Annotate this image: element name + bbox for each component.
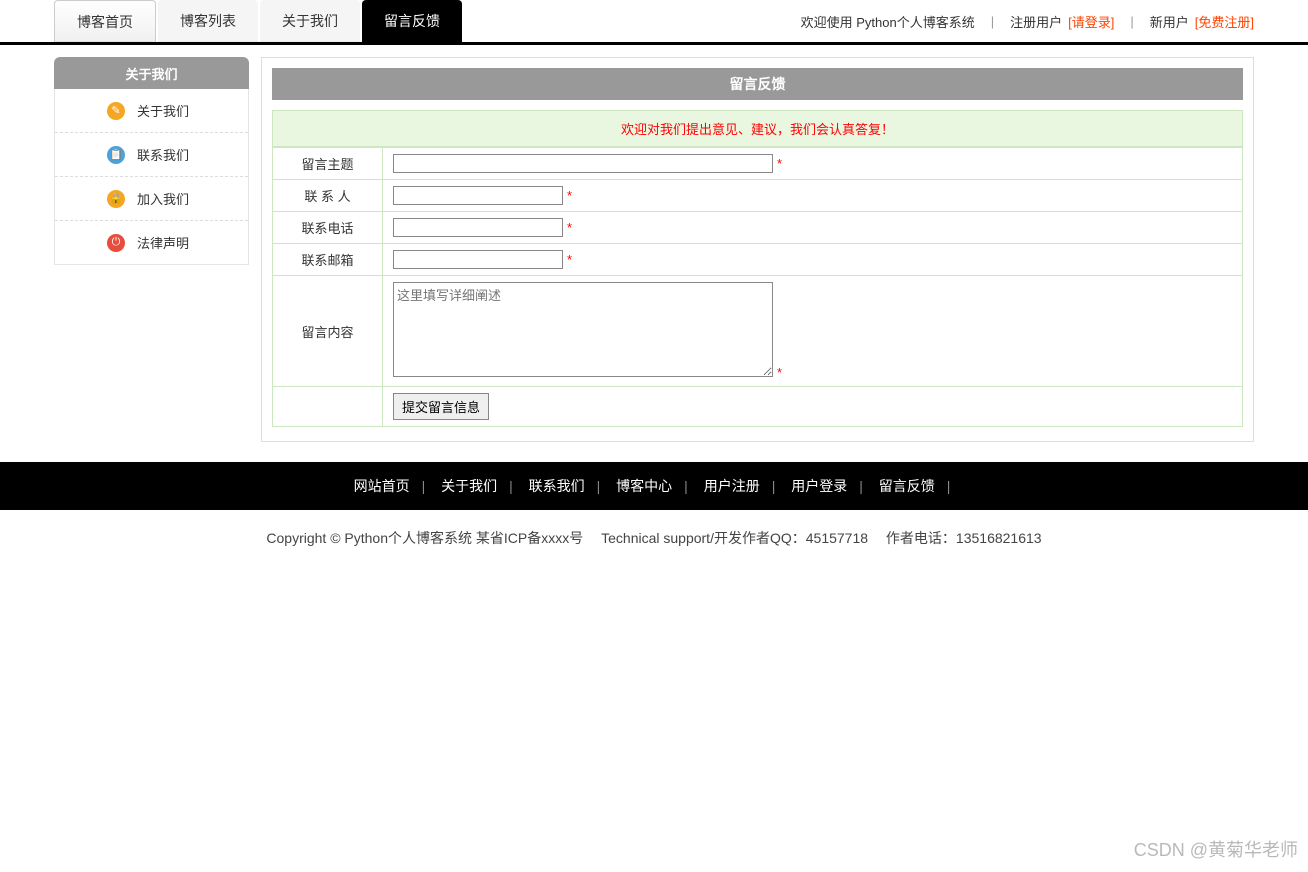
required-mark: * [567,188,572,203]
sidebar-item-contact[interactable]: 📋 联系我们 [55,133,248,177]
sidebar-item-label: 加入我们 [137,189,189,208]
sidebar-item-label: 联系我们 [137,145,189,164]
power-icon: ⏻ [107,234,125,252]
label-content: 留言内容 [273,276,383,387]
footer-link-register[interactable]: 用户注册 [704,478,760,494]
pencil-icon: ✎ [107,102,125,120]
label-contact: 联 系 人 [273,180,383,212]
lock-icon: 🔒 [107,190,125,208]
footer-link-contact[interactable]: 联系我们 [529,478,585,494]
footer-link-feedback[interactable]: 留言反馈 [879,478,935,494]
contact-input[interactable] [393,186,563,205]
required-mark: * [567,252,572,267]
main-panel: 留言反馈 欢迎对我们提出意见、建议，我们会认真答复！ 留言主题 * 联 系 人 … [261,57,1254,442]
register-prefix: 新用户 [1150,12,1189,31]
register-link[interactable]: [免费注册] [1195,12,1254,31]
separator: | [1130,14,1133,29]
separator: | [991,14,994,29]
main-nav: 博客首页 博客列表 关于我们 留言反馈 [54,0,464,42]
login-prefix: 注册用户 [1010,12,1062,31]
login-link[interactable]: [请登录] [1068,12,1114,31]
panel-title: 留言反馈 [272,68,1243,100]
footer-link-blog[interactable]: 博客中心 [616,478,672,494]
subject-input[interactable] [393,154,773,173]
welcome-text: 欢迎使用 Python个人博客系统 [801,12,975,31]
nav-tab-feedback[interactable]: 留言反馈 [362,0,462,42]
footer-link-login[interactable]: 用户登录 [791,478,847,494]
copyright-text: Copyright © Python个人博客系统 某省ICP备xxxx号 Tec… [0,510,1308,566]
content-textarea[interactable] [393,282,773,377]
sidebar-item-label: 关于我们 [137,101,189,120]
nav-tab-list[interactable]: 博客列表 [158,0,258,42]
sidebar-item-about[interactable]: ✎ 关于我们 [55,89,248,133]
sidebar-item-legal[interactable]: ⏻ 法律声明 [55,221,248,264]
phone-input[interactable] [393,218,563,237]
email-input[interactable] [393,250,563,269]
nav-tab-about[interactable]: 关于我们 [260,0,360,42]
label-email: 联系邮箱 [273,244,383,276]
footer-link-about[interactable]: 关于我们 [441,478,497,494]
footer-link-home[interactable]: 网站首页 [354,478,410,494]
label-subject: 留言主题 [273,148,383,180]
required-mark: * [777,156,782,171]
submit-button[interactable]: 提交留言信息 [393,393,489,420]
required-mark: * [567,220,572,235]
sidebar-item-label: 法律声明 [137,233,189,252]
required-mark: * [777,365,782,380]
sidebar: 关于我们 ✎ 关于我们 📋 联系我们 🔒 加入我们 ⏻ 法律声明 [54,57,249,442]
label-phone: 联系电话 [273,212,383,244]
sidebar-item-join[interactable]: 🔒 加入我们 [55,177,248,221]
header-right: 欢迎使用 Python个人博客系统 | 注册用户 [请登录] | 新用户 [免费… [801,0,1254,42]
nav-tab-home[interactable]: 博客首页 [54,0,156,42]
clipboard-icon: 📋 [107,146,125,164]
watermark: CSDN @黄菊华老师 [1134,836,1298,862]
footer-nav: 网站首页| 关于我们| 联系我们| 博客中心| 用户注册| 用户登录| 留言反馈… [0,462,1308,510]
feedback-form: 留言主题 * 联 系 人 * 联系电话 * 联系邮箱 * 留言内容 * 提交留言… [272,147,1243,427]
label-empty [273,387,383,427]
notice-banner: 欢迎对我们提出意见、建议，我们会认真答复！ [272,110,1243,147]
sidebar-title: 关于我们 [54,57,249,89]
